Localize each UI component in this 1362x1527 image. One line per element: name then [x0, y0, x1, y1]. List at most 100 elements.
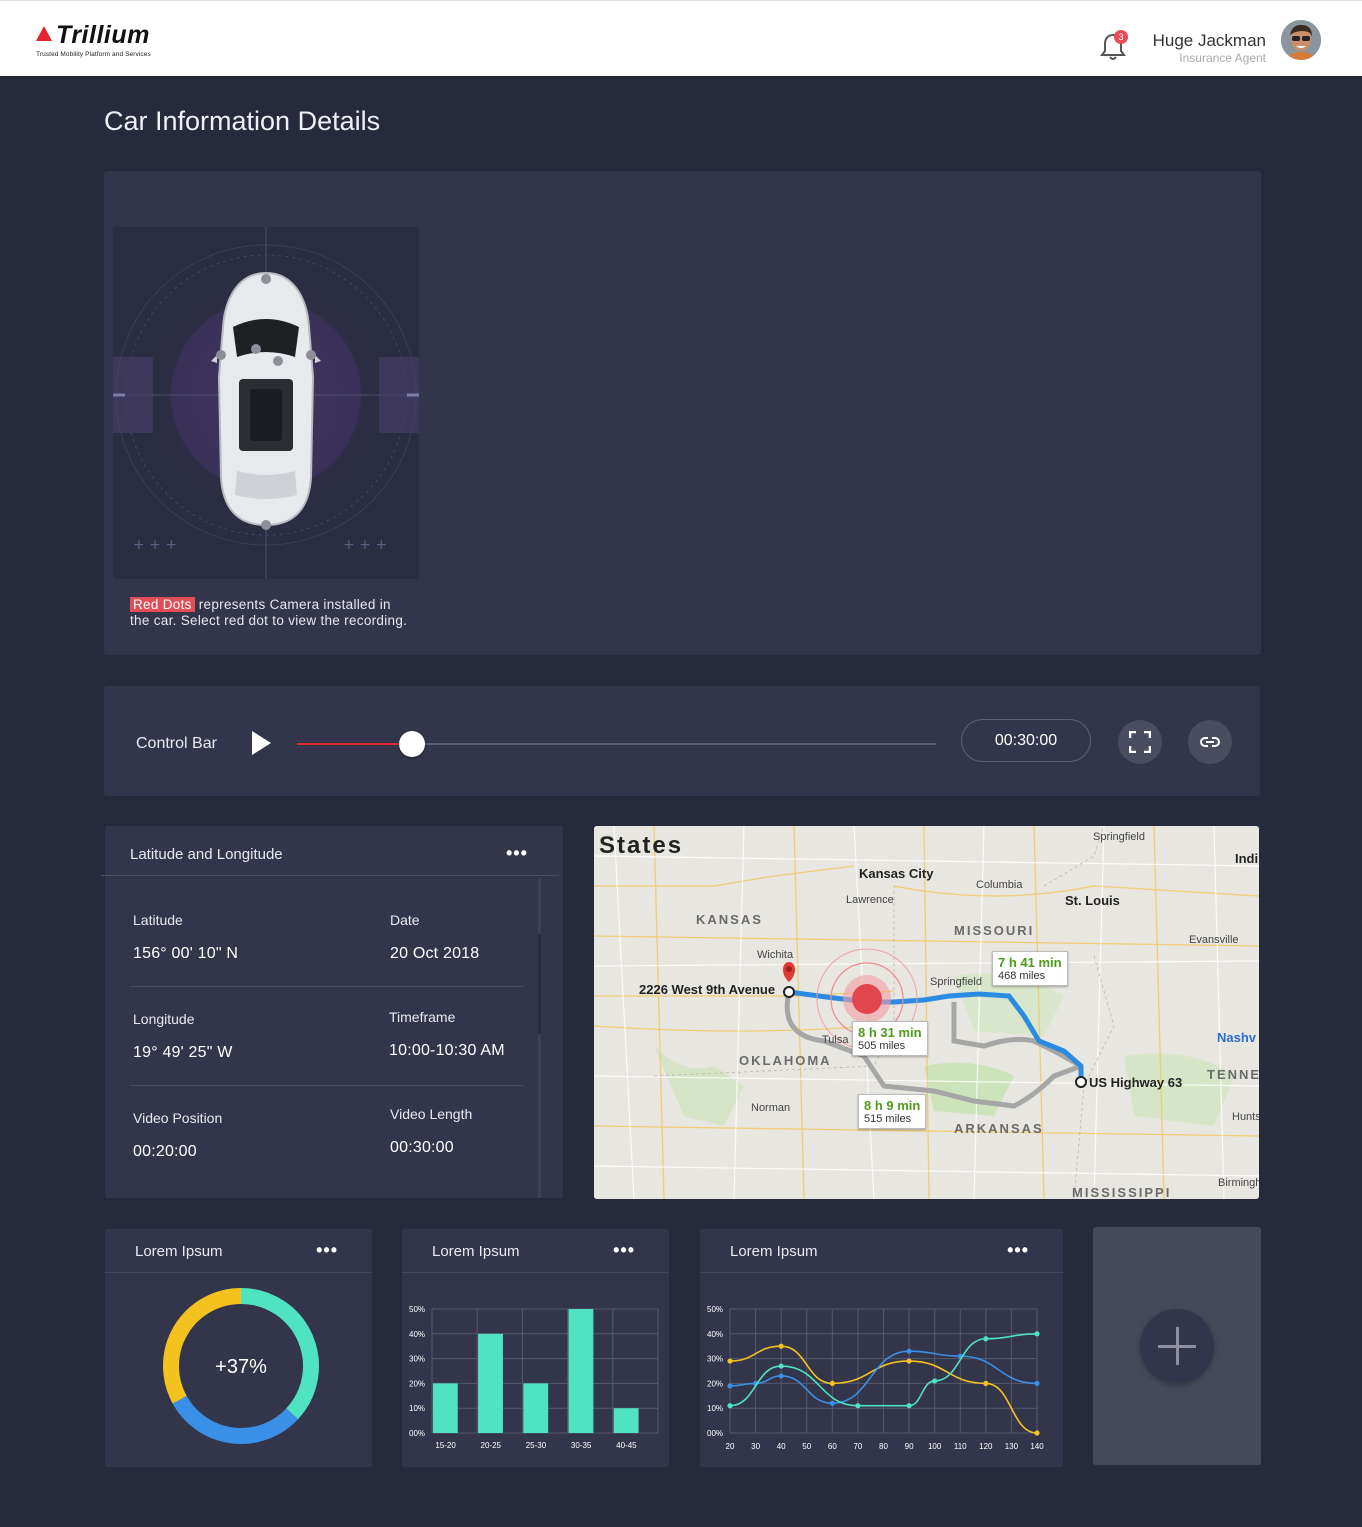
donut-widget: Lorem Ipsum ••• +37% [105, 1229, 372, 1467]
data-point [983, 1380, 989, 1386]
user-name[interactable]: Huge Jackman [1153, 31, 1266, 51]
x-tick-label: 140 [1030, 1442, 1044, 1451]
play-button[interactable] [250, 731, 272, 755]
data-point [829, 1400, 835, 1406]
map-town-label: Columbia [976, 879, 1023, 891]
control-bar: Control Bar 00:30:00 [104, 686, 1260, 796]
avatar[interactable] [1281, 20, 1321, 60]
map-state-label: MISSOURI [954, 923, 1035, 938]
data-point [727, 1358, 733, 1364]
bar-chart-widget: Lorem Ipsum ••• 00% 10% 20% 30% 40% 50% 15-20 2… [402, 1229, 669, 1467]
x-tick-label: 110 [954, 1442, 967, 1451]
donut-slice [172, 1395, 298, 1444]
more-options-icon[interactable]: ••• [506, 844, 528, 862]
map-city-label: St. Louis [1065, 893, 1120, 908]
x-tick-label: 15-20 [435, 1441, 456, 1450]
fullscreen-icon [1129, 731, 1151, 753]
data-point [778, 1343, 784, 1349]
data-point [906, 1403, 912, 1409]
x-tick-label: 20 [726, 1442, 735, 1451]
divider [130, 1085, 523, 1086]
data-point [1034, 1430, 1040, 1436]
x-tick-label: 40 [777, 1442, 786, 1451]
seek-bar-handle[interactable] [399, 731, 426, 757]
lat-long-title: Latitude and Longitude [130, 846, 283, 863]
route-distance: 505 miles [858, 1040, 906, 1052]
share-link-button[interactable] [1188, 720, 1232, 764]
x-tick-label: 100 [928, 1442, 942, 1451]
data-point [727, 1403, 733, 1409]
user-role: Insurance Agent [1179, 51, 1266, 65]
route-destination-label: US Highway 63 [1089, 1075, 1183, 1090]
map-state-label: ARKANSAS [954, 1121, 1044, 1136]
x-tick-label: 25-30 [526, 1441, 547, 1450]
seek-bar[interactable] [297, 731, 936, 757]
add-widget-button[interactable] [1140, 1309, 1214, 1383]
svg-text:+ + +: + + + [133, 537, 177, 553]
play-icon [252, 731, 271, 755]
video-position-label: Video Position [133, 1110, 223, 1126]
link-icon [1200, 737, 1220, 747]
longitude-label: Longitude [133, 1011, 195, 1027]
top-bar: Trillium Trusted Mobility Platform and S… [0, 0, 1362, 76]
map-state-label: TENNE [1207, 1067, 1259, 1082]
map-state-label: KANSAS [696, 912, 763, 927]
scrollbar[interactable] [538, 878, 541, 1198]
route-distance: 515 miles [864, 1113, 912, 1125]
route-origin-label: 2226 West 9th Avenue [639, 982, 776, 997]
x-tick-label: 70 [853, 1442, 862, 1451]
donut-slice [163, 1288, 242, 1404]
logo[interactable]: Trillium Trusted Mobility Platform and S… [36, 21, 151, 58]
data-point [1034, 1331, 1040, 1337]
lat-long-panel: Latitude and Longitude ••• Latitude 156°… [101, 826, 563, 1198]
route-time: 8 h 31 min [858, 1025, 922, 1040]
data-point [829, 1380, 835, 1386]
y-tick-label: 00% [409, 1429, 425, 1438]
map-state-label: OKLAHOMA [739, 1053, 832, 1068]
route-info-box[interactable]: 8 h 31 min 505 miles [852, 1021, 928, 1056]
route-map[interactable]: States KANSAS MISSOURI OKLAHOMA ARKANSAS… [594, 826, 1259, 1199]
line-chart-widget: Lorem Ipsum ••• 20 30 40 50 60 70 80 90 100 110 12… [700, 1229, 1063, 1467]
notifications-button[interactable]: 3 [1098, 29, 1128, 63]
seek-bar-progress [297, 743, 413, 745]
fullscreen-button[interactable] [1118, 720, 1162, 764]
x-tick-label: 20-25 [481, 1441, 502, 1450]
divider [101, 875, 559, 876]
y-tick-label: 30% [409, 1355, 425, 1364]
timeframe-label: Timeframe [389, 1009, 456, 1025]
add-widget-panel [1093, 1227, 1261, 1465]
video-length-label: Video Length [390, 1106, 473, 1122]
y-tick-label: 30% [707, 1355, 723, 1364]
time-display: 00:30:00 [961, 719, 1091, 762]
map-background [594, 826, 1259, 1199]
route-info-box[interactable]: 8 h 9 min 515 miles [858, 1094, 927, 1129]
map-city-label: Nashv [1217, 1030, 1257, 1045]
map-town-label: Evansville [1189, 934, 1239, 946]
map-town-label: Springfield [930, 976, 982, 988]
y-tick-label: 50% [707, 1305, 723, 1314]
data-point [906, 1348, 912, 1354]
y-tick-label: 10% [707, 1404, 723, 1413]
latitude-label: Latitude [133, 912, 183, 928]
data-point [932, 1378, 938, 1384]
map-header: States [599, 832, 684, 859]
donut-slice [240, 1288, 319, 1420]
route-info-box[interactable]: 7 h 41 min 468 miles [992, 951, 1068, 986]
y-tick-label: 50% [409, 1305, 425, 1314]
x-tick-label: 60 [828, 1442, 837, 1451]
line-chart: 20 30 40 50 60 70 80 90 100 110 120 130 140 00% 10% 20%… [707, 1305, 1044, 1451]
data-point [778, 1373, 784, 1379]
car-top-view: + + + + + + [113, 227, 419, 579]
donut-chart: +37% [163, 1288, 319, 1444]
svg-text:+ + +: + + + [343, 537, 387, 553]
brand-tagline: Trusted Mobility Platform and Services [36, 51, 151, 58]
x-tick-label: 50 [802, 1442, 811, 1451]
logo-triangle-icon [36, 26, 52, 41]
avatar-image [1281, 20, 1321, 60]
y-tick-label: 20% [409, 1379, 425, 1388]
x-tick-label: 120 [979, 1442, 993, 1451]
map-town-label: Wichita [757, 949, 794, 961]
scrollbar-thumb[interactable] [538, 934, 541, 1034]
control-bar-label: Control Bar [136, 735, 217, 752]
map-town-label: Norman [751, 1102, 791, 1114]
